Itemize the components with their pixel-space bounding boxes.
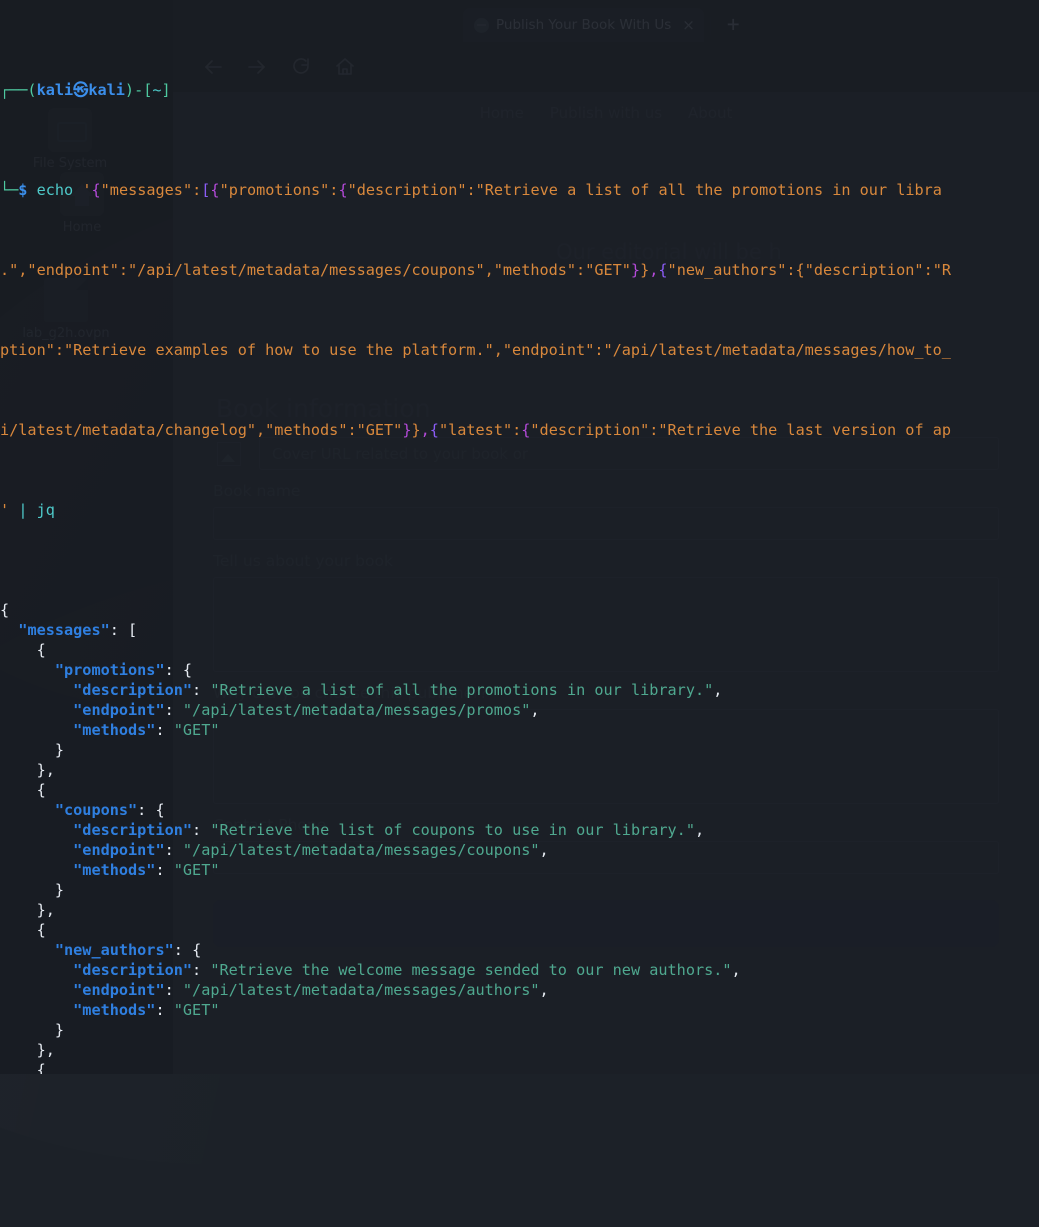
terminal-output-line: "new_authors": { [0,940,1039,960]
terminal-output-line: "promotions": { [0,660,1039,680]
terminal-output-line: } [0,880,1039,900]
prompt-cwd: ~ [152,81,161,99]
terminal-output-line: { [0,920,1039,940]
terminal-output-line: { [0,780,1039,800]
terminal-command-line: i/latest/metadata/changelog","methods":"… [0,420,1039,440]
terminal-command-line: ption":"Retrieve examples of how to use … [0,340,1039,360]
terminal-window[interactable]: ┌──(kali㉿kali)-[~] └─$ echo '{"messages"… [0,0,1039,1074]
terminal-output-line: "endpoint": "/api/latest/metadata/messag… [0,980,1039,1000]
terminal-output-line: "description": "Retrieve a list of all t… [0,680,1039,700]
terminal-output-line: { [0,640,1039,660]
terminal-command-line: .","endpoint":"/api/latest/metadata/mess… [0,260,1039,280]
prompt-host: kali [88,81,125,99]
terminal-output-line: "coupons": { [0,800,1039,820]
terminal-output-line: } [0,1020,1039,1040]
terminal-output-line: { [0,600,1039,620]
terminal-output-line: }, [0,760,1039,780]
terminal-output-line: "description": "Retrieve the welcome mes… [0,960,1039,980]
terminal-command-line: ' | jq [0,500,1039,520]
prompt-user: kali [37,81,74,99]
terminal-prompt-line: ┌──(kali㉿kali)-[~] [0,80,1039,100]
terminal-output-line: "methods": "GET" [0,860,1039,880]
prompt-sigil: $ [18,181,27,199]
terminal-output-line: "messages": [ [0,620,1039,640]
terminal-command-line: └─$ echo '{"messages":[{"promotions":{"d… [0,180,1039,200]
terminal-json-output: { "messages": [ { "promotions": { "descr… [0,600,1039,1074]
terminal-output-line: "methods": "GET" [0,720,1039,740]
terminal-output-line: }, [0,1040,1039,1060]
terminal-output-line: "methods": "GET" [0,1000,1039,1020]
terminal-output-line: } [0,740,1039,760]
terminal-output-line: }, [0,900,1039,920]
terminal-output-line: "endpoint": "/api/latest/metadata/messag… [0,700,1039,720]
terminal-output-line: { [0,1060,1039,1074]
terminal-output-line: "description": "Retrieve the list of cou… [0,820,1039,840]
terminal-output-line: "endpoint": "/api/latest/metadata/messag… [0,840,1039,860]
